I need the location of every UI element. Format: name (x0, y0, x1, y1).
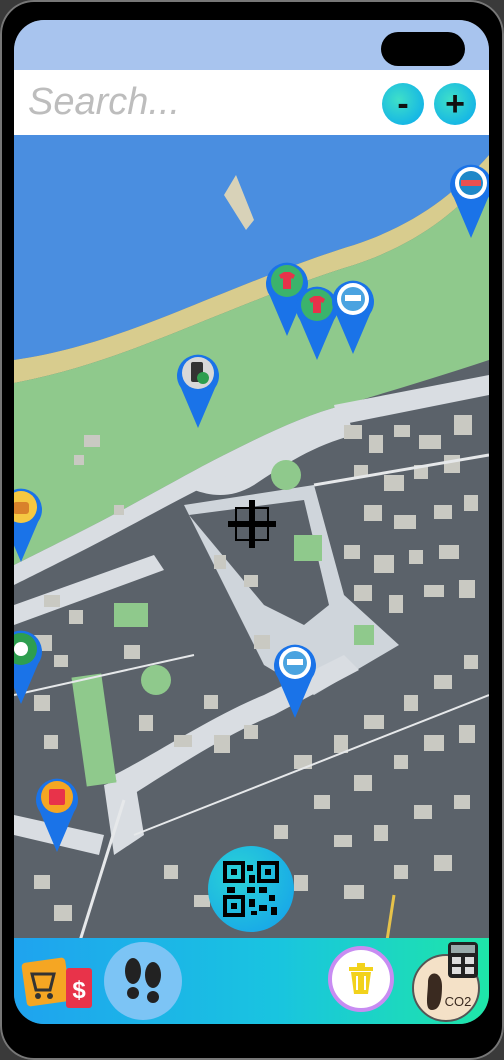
map-pin-brand-3[interactable] (272, 640, 318, 718)
badge-icon (345, 295, 361, 301)
footsteps-icon (125, 958, 161, 1003)
shop-icon (49, 789, 65, 805)
coupons-icon[interactable]: $ (20, 952, 96, 1012)
calculator-icon[interactable] (448, 942, 478, 978)
zoom-in-button[interactable]: + (434, 83, 476, 125)
food-icon (14, 502, 29, 514)
phone-frame: - + (0, 0, 504, 1060)
qr-code-icon (223, 861, 279, 917)
zoom-out-label: - (397, 85, 409, 123)
footsteps-button[interactable] (104, 942, 182, 1020)
leaf-icon (14, 642, 28, 656)
badge-icon (461, 180, 481, 186)
badge-icon (287, 659, 303, 665)
map-pin-shop[interactable] (34, 774, 80, 852)
trash-bin-icon (349, 963, 373, 994)
map-pin-green[interactable] (14, 626, 44, 704)
crosshair-icon (228, 500, 276, 548)
svg-text:$: $ (72, 977, 86, 1004)
co2-label: CO2 (445, 994, 472, 1009)
map-pin-food[interactable] (14, 484, 44, 562)
camera-notch (381, 32, 465, 66)
map-pin-brand-2[interactable] (330, 276, 376, 354)
trash-bin-button[interactable] (328, 946, 394, 1012)
bottom-nav: $ CO2 (14, 938, 489, 1024)
map-pin-brand-1[interactable] (448, 160, 489, 238)
search-bar: - + (14, 70, 489, 135)
app-screen: - + (14, 20, 489, 1024)
zoom-in-label: + (445, 85, 465, 123)
search-input[interactable] (28, 80, 368, 125)
status-bar (14, 20, 489, 70)
zoom-out-button[interactable]: - (382, 83, 424, 125)
qr-scan-button[interactable] (208, 846, 294, 932)
map-pin-recycle-phone[interactable] (175, 350, 221, 428)
